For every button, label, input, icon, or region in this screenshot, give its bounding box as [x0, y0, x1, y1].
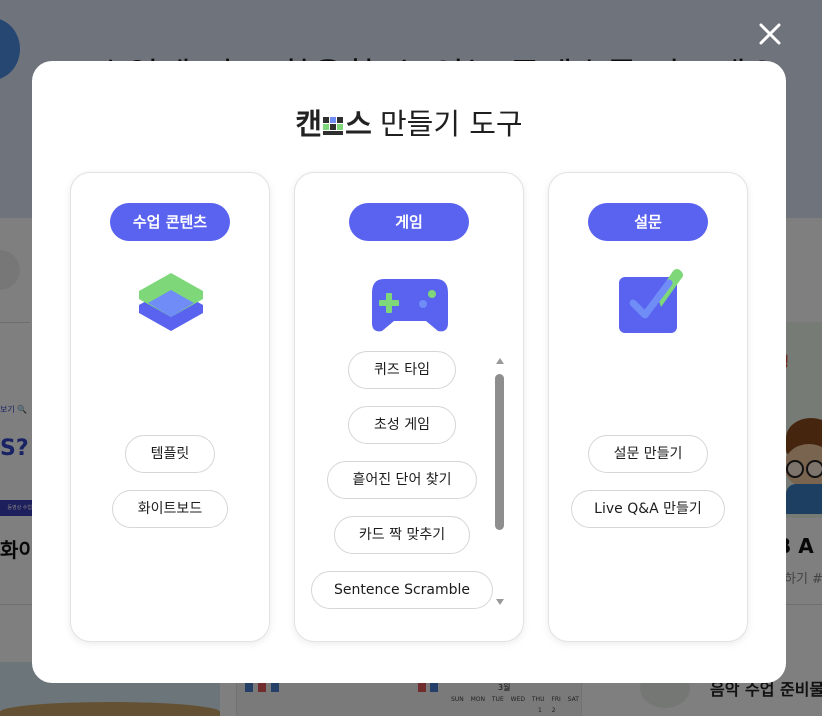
modal-title: 캔 스 만들기 도구 — [32, 101, 786, 143]
quiz-time-button[interactable]: 퀴즈 타임 — [348, 351, 456, 389]
modal-title-text: 만들기 도구 — [370, 107, 523, 141]
create-live-qa-button[interactable]: Live Q&A 만들기 — [571, 490, 725, 528]
whiteboard-button[interactable]: 화이트보드 — [112, 490, 228, 528]
lesson-content-card: 수업 콘텐츠 템플릿 화이트보드 — [70, 172, 270, 642]
scroll-down-arrow-icon[interactable] — [496, 599, 504, 605]
close-button[interactable] — [758, 22, 782, 46]
game-options-scrollbar[interactable] — [494, 353, 506, 613]
brand-logo: 캔 스 — [295, 107, 372, 141]
sentence-scramble-button[interactable]: Sentence Scramble — [311, 571, 493, 609]
survey-header: 설문 — [588, 203, 708, 241]
lesson-content-header: 수업 콘텐츠 — [110, 203, 230, 241]
initial-sound-game-button[interactable]: 초성 게임 — [348, 406, 456, 444]
create-survey-button[interactable]: 설문 만들기 — [588, 435, 708, 473]
checkbox-icon — [619, 269, 683, 333]
scrollbar-thumb[interactable] — [495, 374, 504, 530]
template-button[interactable]: 템플릿 — [125, 435, 215, 473]
card-matching-button[interactable]: 카드 짝 맞추기 — [334, 516, 470, 554]
word-search-button[interactable]: 흩어진 단어 찾기 — [327, 461, 477, 499]
game-header: 게임 — [349, 203, 469, 241]
layers-icon — [139, 273, 203, 331]
survey-card: 설문 설문 만들기 Live Q&A 만들기 — [548, 172, 748, 642]
close-icon — [759, 23, 781, 45]
brand-checker-icon — [323, 117, 344, 135]
creation-tools-modal: 캔 스 만들기 도구 수업 콘텐츠 템플릿 화이트보드 게임 퀴즈 타임 초성 … — [32, 61, 786, 683]
game-card: 게임 퀴즈 타임 초성 게임 흩어진 단어 찾기 카드 짝 맞추기 Senten… — [294, 172, 524, 642]
brand-logo-last: 스 — [345, 107, 372, 141]
gamepad-icon — [372, 279, 448, 332]
brand-logo-first: 캔 — [295, 107, 322, 141]
scroll-up-arrow-icon[interactable] — [496, 358, 504, 364]
